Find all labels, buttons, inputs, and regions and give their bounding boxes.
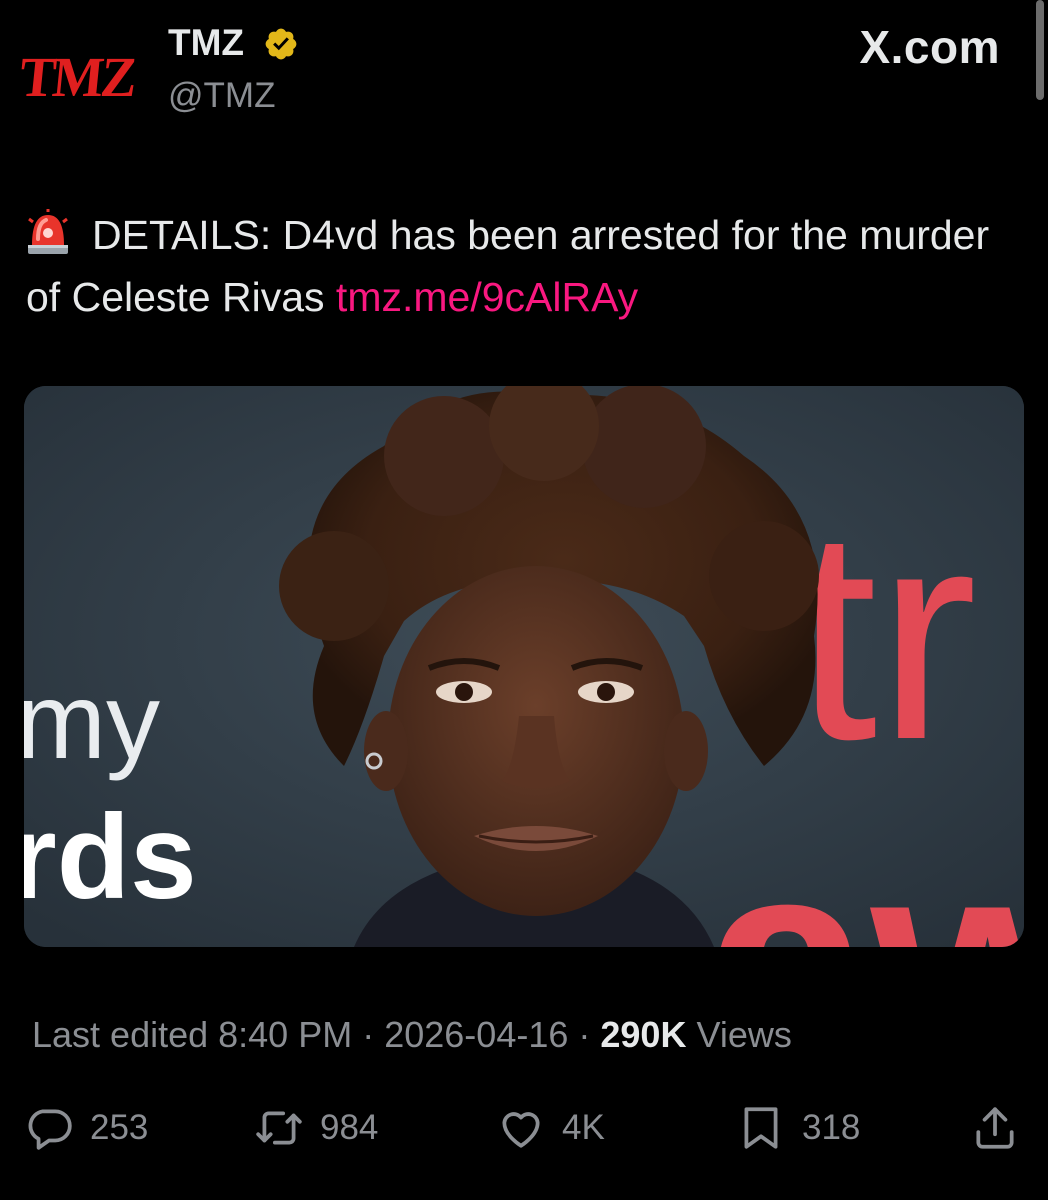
meta-separator: · — [578, 1014, 601, 1055]
bookmark-count: 318 — [802, 1108, 861, 1147]
share-button[interactable] — [970, 1098, 1020, 1158]
reply-button[interactable]: 253 — [24, 1098, 148, 1158]
meta-separator: · — [362, 1014, 385, 1055]
backdrop-text-left-2: rds — [24, 790, 197, 924]
photo-illustration: my rds tr aw — [24, 386, 1024, 947]
bookmark-button[interactable]: 318 — [736, 1098, 860, 1158]
avatar[interactable]: TMZ — [17, 40, 144, 109]
edited-label[interactable]: Last edited 8:40 PM — [32, 1014, 352, 1055]
bookmark-icon — [744, 1107, 778, 1149]
repost-count: 984 — [320, 1108, 379, 1147]
reply-count: 253 — [90, 1108, 149, 1147]
action-bar: 253 984 4K 318 — [0, 1098, 1048, 1158]
backdrop-text-right-2: aw — [704, 794, 1024, 947]
scrollbar[interactable] — [1036, 0, 1044, 100]
views-count: 290K — [600, 1014, 687, 1055]
verified-badge-icon — [265, 28, 297, 60]
like-count: 4K — [562, 1108, 605, 1147]
heart-icon — [502, 1112, 540, 1148]
display-name[interactable]: TMZ — [168, 22, 244, 64]
backdrop-text-left-1: my — [24, 660, 160, 781]
tweet-media-photo[interactable]: my rds tr aw — [24, 386, 1024, 947]
handle[interactable]: @TMZ — [168, 76, 275, 116]
source-label: X.com — [859, 21, 1000, 73]
tweet-text: DETAILS: D4vd has been arrested for the … — [26, 204, 1016, 328]
siren-emoji-icon — [28, 209, 68, 254]
repost-button[interactable]: 984 — [254, 1098, 378, 1158]
tweet-link[interactable]: tmz.me/9cAlRAy — [336, 274, 638, 320]
tmz-logo: TMZ — [16, 45, 138, 109]
repost-icon — [256, 1111, 302, 1145]
tweet-meta: Last edited 8:40 PM · 2026-04-16 · 290K … — [32, 1014, 792, 1056]
backdrop-text-right-1: tr — [794, 466, 977, 802]
reply-icon — [28, 1109, 72, 1150]
post-date[interactable]: 2026-04-16 — [384, 1014, 568, 1055]
share-icon — [976, 1107, 1014, 1149]
views-label: Views — [696, 1014, 792, 1055]
like-button[interactable]: 4K — [496, 1098, 605, 1158]
